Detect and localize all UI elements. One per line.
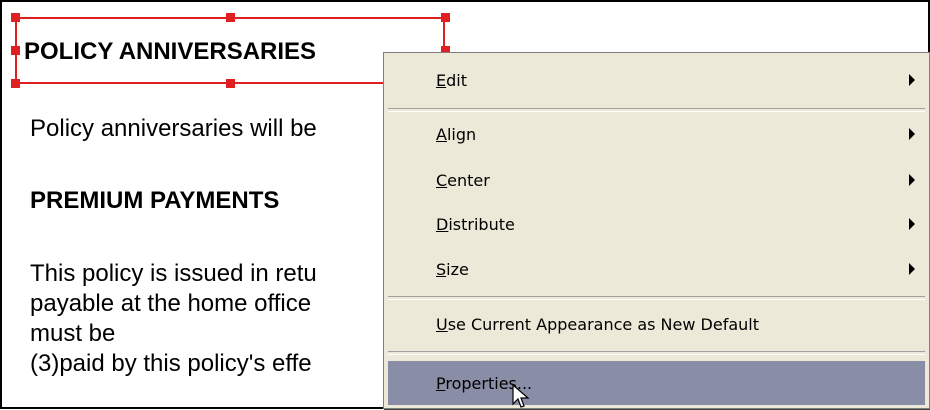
resize-handle[interactable] bbox=[11, 46, 20, 55]
paragraph-line: This policy is issued in retu bbox=[30, 260, 317, 287]
mouse-cursor-icon bbox=[512, 384, 530, 408]
heading-premium-payments: PREMIUM PAYMENTS bbox=[30, 187, 280, 214]
menu-item-label: Use Current Appearance as New Default bbox=[436, 314, 759, 334]
menu-item-label: Center bbox=[436, 170, 490, 190]
menu-item-center[interactable]: Center bbox=[388, 161, 925, 199]
menu-separator bbox=[388, 296, 925, 300]
paragraph-line: payable at the home office bbox=[30, 290, 312, 317]
context-menu: Edit Align Center Distribute Size Use Cu… bbox=[383, 52, 930, 409]
menu-item-align[interactable]: Align bbox=[388, 115, 925, 153]
menu-item-label: Distribute bbox=[436, 214, 515, 234]
resize-handle[interactable] bbox=[11, 13, 20, 22]
menu-item-properties[interactable]: Properties... bbox=[388, 361, 925, 405]
menu-item-label: Size bbox=[436, 259, 469, 279]
resize-handle[interactable] bbox=[226, 79, 235, 88]
menu-item-edit[interactable]: Edit bbox=[388, 61, 925, 99]
menu-item-size[interactable]: Size bbox=[388, 250, 925, 288]
menu-item-label: Align bbox=[436, 124, 477, 144]
paragraph-line: (3)paid by this policy's effe bbox=[30, 350, 312, 377]
submenu-arrow-icon bbox=[909, 263, 915, 275]
submenu-arrow-icon bbox=[909, 218, 915, 230]
menu-separator bbox=[388, 351, 925, 355]
menu-separator bbox=[388, 108, 925, 112]
submenu-arrow-icon bbox=[909, 128, 915, 140]
paragraph-policy-anniversaries: Policy anniversaries will be bbox=[30, 115, 317, 142]
resize-handle[interactable] bbox=[441, 13, 450, 22]
selection-box[interactable] bbox=[15, 17, 445, 84]
submenu-arrow-icon bbox=[909, 174, 915, 186]
resize-handle[interactable] bbox=[11, 79, 20, 88]
submenu-arrow-icon bbox=[909, 74, 915, 86]
resize-handle[interactable] bbox=[226, 13, 235, 22]
menu-item-use-current-appearance[interactable]: Use Current Appearance as New Default bbox=[388, 305, 925, 343]
paragraph-line: must be bbox=[30, 320, 116, 347]
menu-item-label: Edit bbox=[436, 70, 467, 90]
menu-item-distribute[interactable]: Distribute bbox=[388, 205, 925, 243]
